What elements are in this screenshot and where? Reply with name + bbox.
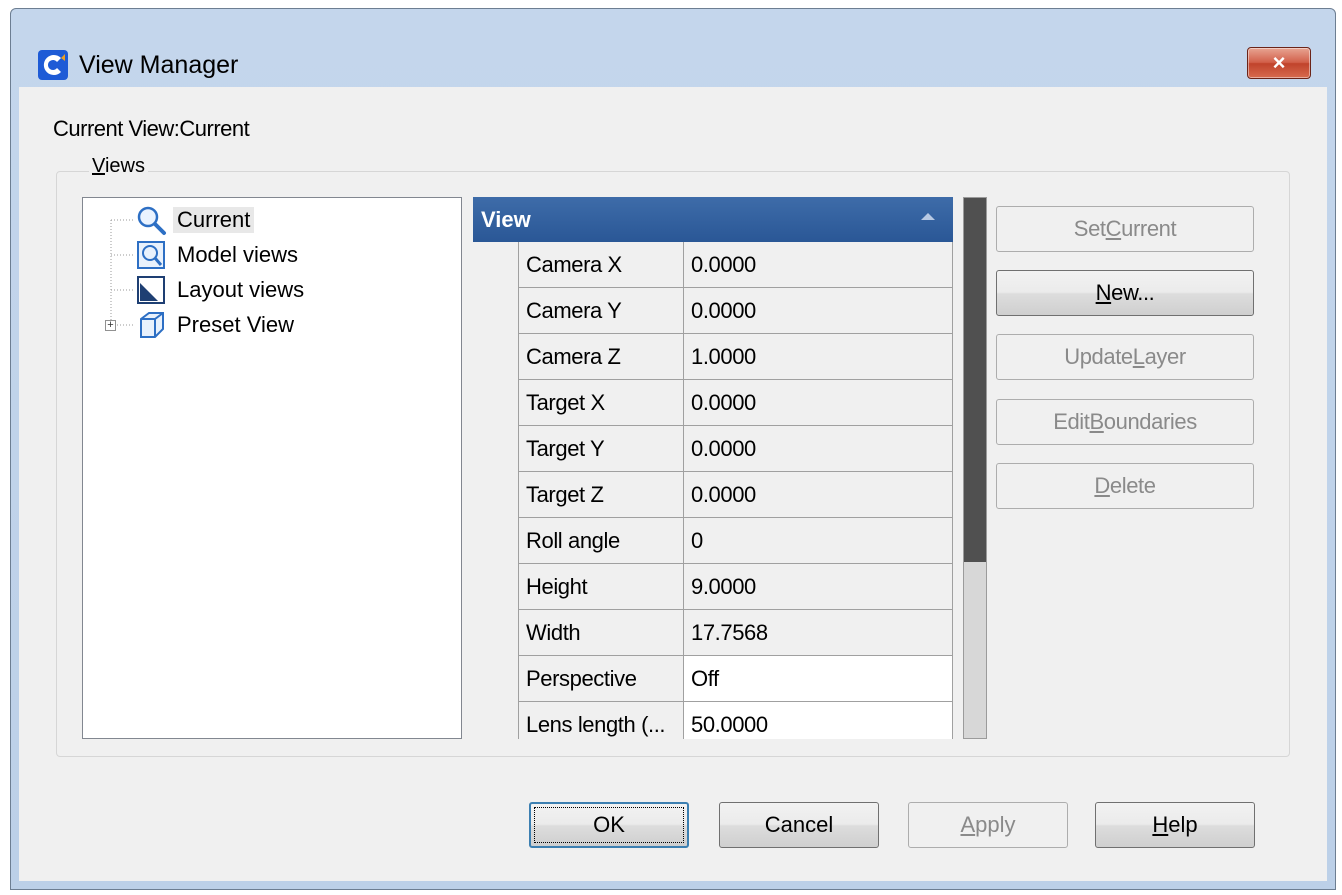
property-value[interactable]: 9.0000 [683, 564, 953, 610]
set-current-button[interactable]: Set Current [996, 206, 1254, 252]
tree-item-current[interactable]: Current [135, 204, 255, 236]
properties-scrollbar[interactable] [963, 197, 987, 739]
property-row-roll-angle[interactable]: Roll angle 0 [518, 518, 953, 564]
update-layer-button[interactable]: Update Layer [996, 334, 1254, 380]
property-row-perspective[interactable]: Perspective Off [518, 656, 953, 702]
help-button[interactable]: Help [1095, 802, 1255, 848]
magnifier-icon [137, 206, 166, 235]
close-button[interactable]: × [1247, 47, 1311, 79]
property-name: Lens length (... [518, 702, 683, 739]
layout-view-icon [137, 276, 165, 304]
property-value[interactable]: 50.0000 [683, 702, 953, 739]
tree-item-model-views[interactable]: Model views [135, 239, 302, 271]
scrollbar-thumb[interactable] [964, 198, 986, 562]
property-name: Target X [518, 380, 683, 426]
property-value[interactable]: 0.0000 [683, 242, 953, 288]
window-title: View Manager [79, 51, 239, 79]
property-value[interactable]: 0.0000 [683, 288, 953, 334]
property-row-target-x[interactable]: Target X 0.0000 [518, 380, 953, 426]
properties-category-header[interactable]: View [473, 197, 953, 242]
dialog-client-area: Current View:Current Views Current Model… [19, 87, 1327, 881]
property-value[interactable]: 0.0000 [683, 426, 953, 472]
property-value[interactable]: 0.0000 [683, 472, 953, 518]
preset-view-expander[interactable]: + [105, 320, 116, 331]
property-value[interactable]: Off [683, 656, 953, 702]
tree-item-preset-view[interactable]: Preset View [135, 309, 298, 341]
tree-item-label: Model views [177, 242, 299, 267]
property-row-lens-length[interactable]: Lens length (... 50.0000 [518, 702, 953, 739]
property-name: Perspective [518, 656, 683, 702]
property-name: Camera Z [518, 334, 683, 380]
view-manager-window: View Manager × Current View:Current View… [10, 8, 1336, 890]
model-view-icon [137, 241, 165, 269]
delete-button[interactable]: Delete [996, 463, 1254, 509]
property-value[interactable]: 0.0000 [683, 380, 953, 426]
ok-button[interactable]: OK [529, 802, 689, 848]
views-tree[interactable]: Current Model views Layout views + Prese… [82, 197, 462, 739]
views-group-label: Views [89, 155, 148, 178]
current-view-label: Current View:Current [53, 116, 250, 141]
property-row-target-y[interactable]: Target Y 0.0000 [518, 426, 953, 472]
property-row-camera-z[interactable]: Camera Z 1.0000 [518, 334, 953, 380]
property-name: Height [518, 564, 683, 610]
property-value[interactable]: 0 [683, 518, 953, 564]
property-row-camera-x[interactable]: Camera X 0.0000 [518, 242, 953, 288]
edit-boundaries-button[interactable]: Edit Boundaries [996, 399, 1254, 445]
property-row-target-z[interactable]: Target Z 0.0000 [518, 472, 953, 518]
tree-item-label: Layout views [177, 277, 305, 302]
property-name: Camera X [518, 242, 683, 288]
close-icon: × [1272, 50, 1286, 75]
properties-rows: Camera X 0.0000 Camera Y 0.0000 Camera Z… [518, 242, 953, 739]
app-logo-icon [38, 50, 68, 80]
tree-item-label: Preset View [177, 312, 294, 337]
title-bar[interactable]: View Manager × [11, 9, 1335, 87]
properties-category-label: View [481, 206, 531, 232]
property-name: Target Z [518, 472, 683, 518]
property-value[interactable]: 17.7568 [683, 610, 953, 656]
property-name: Roll angle [518, 518, 683, 564]
property-row-camera-y[interactable]: Camera Y 0.0000 [518, 288, 953, 334]
view-properties-grid[interactable]: View Camera X 0.0000 Camera Y 0.0000 Cam… [473, 197, 953, 739]
property-row-width[interactable]: Width 17.7568 [518, 610, 953, 656]
property-value[interactable]: 1.0000 [683, 334, 953, 380]
apply-button[interactable]: Apply [908, 802, 1068, 848]
property-name: Target Y [518, 426, 683, 472]
property-row-height[interactable]: Height 9.0000 [518, 564, 953, 610]
tree-item-label: Current [173, 207, 255, 233]
property-name: Width [518, 610, 683, 656]
new-button[interactable]: New... [996, 270, 1254, 316]
tree-item-layout-views[interactable]: Layout views [135, 274, 308, 306]
cancel-button[interactable]: Cancel [719, 802, 879, 848]
cube-icon [140, 312, 164, 338]
property-name: Camera Y [518, 288, 683, 334]
collapse-arrow-icon[interactable] [921, 213, 935, 220]
